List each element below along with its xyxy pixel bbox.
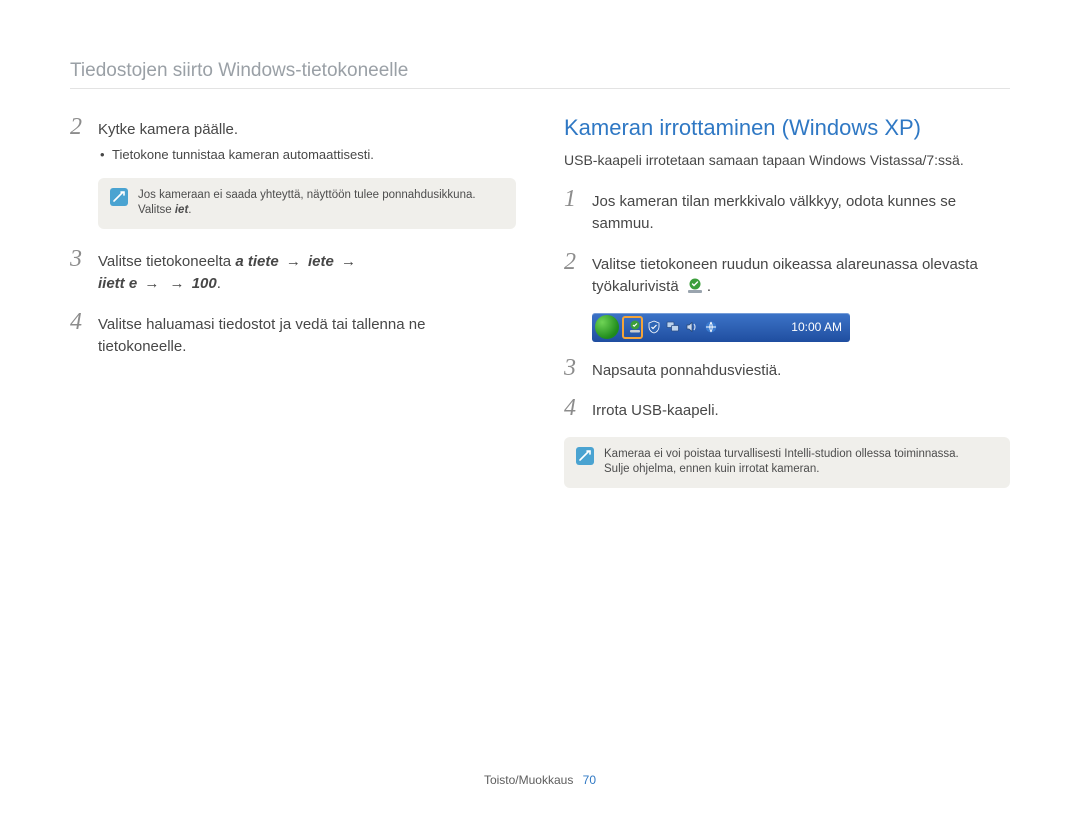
footer-section: Toisto/Muokkaus bbox=[484, 773, 573, 787]
safely-remove-icon bbox=[685, 277, 705, 295]
step-1: 1 Jos kameran tilan merkkivalo välkkyy, … bbox=[564, 187, 1010, 236]
step-number: 2 bbox=[70, 115, 88, 164]
left-column: 2 Kytke kamera päälle. Tietokone tunnist… bbox=[70, 115, 516, 506]
step-4: 4 Valitse haluamasi tiedostot ja vedä ta… bbox=[70, 310, 516, 359]
step-bullet: Tietokone tunnistaa kameran automaattise… bbox=[100, 146, 374, 164]
step-body: Napsauta ponnahdusviestiä. bbox=[592, 356, 781, 383]
step-body: Valitse haluamasi tiedostot ja vedä tai … bbox=[98, 310, 516, 359]
step-number: 2 bbox=[564, 250, 582, 299]
note-line1: Jos kameraan ei saada yhteyttä, näyttöön… bbox=[138, 188, 476, 204]
taskbar-clock: 10:00 AM bbox=[791, 320, 842, 334]
step-2-right: 2 Valitse tietokoneen ruudun oikeassa al… bbox=[564, 250, 1010, 299]
page-number: 70 bbox=[583, 773, 596, 787]
note-icon bbox=[110, 188, 128, 206]
step-number: 3 bbox=[564, 356, 582, 383]
manual-page: Tiedostojen siirto Windows-tietokoneelle… bbox=[0, 0, 1080, 815]
step-text: Kytke kamera päälle. bbox=[98, 121, 238, 138]
step-number: 4 bbox=[70, 310, 88, 359]
start-button-icon bbox=[595, 315, 619, 339]
right-column: Kameran irrottaminen (Windows XP) USB-ka… bbox=[564, 115, 1010, 506]
step-body: Irrota USB-kaapeli. bbox=[592, 396, 719, 423]
step-2: 2 Kytke kamera päälle. Tietokone tunnist… bbox=[70, 115, 516, 164]
note-line2: Sulje ohjelma, ennen kuin irrotat kamera… bbox=[604, 462, 959, 478]
step-number: 3 bbox=[70, 247, 88, 296]
monitor-tray-icon bbox=[665, 319, 681, 335]
tray-highlight-box bbox=[622, 316, 643, 339]
step-body: Jos kameran tilan merkkivalo välkkyy, od… bbox=[592, 187, 1010, 236]
step-3: 3 Valitse tietokoneelta a tiete → iete →… bbox=[70, 247, 516, 296]
page-footer: Toisto/Muokkaus 70 bbox=[0, 773, 1080, 787]
page-header: Tiedostojen siirto Windows-tietokoneelle bbox=[70, 60, 1010, 89]
note-line2: Valitse iet. bbox=[138, 203, 476, 219]
note-line1: Kameraa ei voi poistaa turvallisesti Int… bbox=[604, 447, 959, 463]
note-box: Jos kameraan ei saada yhteyttä, näyttöön… bbox=[98, 178, 516, 229]
shield-tray-icon bbox=[646, 319, 662, 335]
note-box: Kameraa ei voi poistaa turvallisesti Int… bbox=[564, 437, 1010, 488]
note-text: Kameraa ei voi poistaa turvallisesti Int… bbox=[604, 447, 959, 478]
windows-taskbar: 10:00 AM bbox=[592, 313, 850, 342]
step-number: 1 bbox=[564, 187, 582, 236]
section-heading: Kameran irrottaminen (Windows XP) bbox=[564, 115, 1010, 141]
step-body: Valitse tietokoneelta a tiete → iete → i… bbox=[98, 247, 359, 296]
note-text: Jos kameraan ei saada yhteyttä, näyttöön… bbox=[138, 188, 476, 219]
section-subtext: USB-kaapeli irrotetaan samaan tapaan Win… bbox=[564, 151, 1010, 171]
globe-tray-icon bbox=[703, 319, 719, 335]
two-column-layout: 2 Kytke kamera päälle. Tietokone tunnist… bbox=[70, 115, 1010, 506]
step-body: Valitse tietokoneen ruudun oikeassa alar… bbox=[592, 250, 1010, 299]
step-3-right: 3 Napsauta ponnahdusviestiä. bbox=[564, 356, 1010, 383]
step-4-right: 4 Irrota USB-kaapeli. bbox=[564, 396, 1010, 423]
volume-tray-icon bbox=[684, 319, 700, 335]
note-icon bbox=[576, 447, 594, 465]
step-body: Kytke kamera päälle. Tietokone tunnistaa… bbox=[98, 115, 374, 164]
step-number: 4 bbox=[564, 396, 582, 423]
